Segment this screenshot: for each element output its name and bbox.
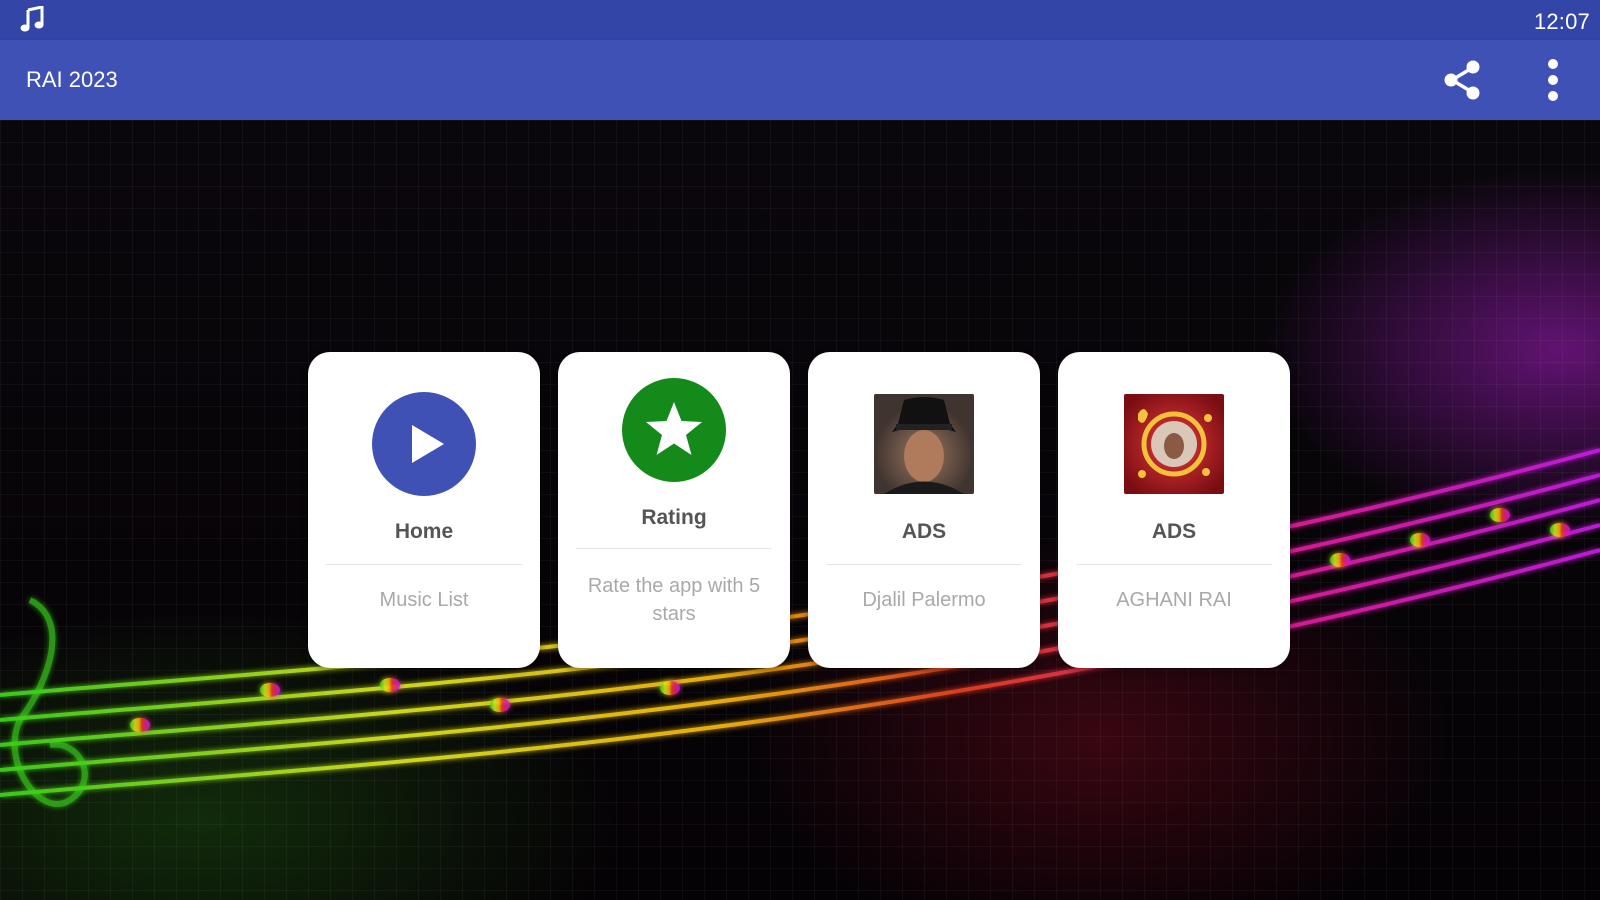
card-title: Home bbox=[394, 520, 454, 543]
card-home[interactable]: Home Music List bbox=[308, 352, 540, 668]
music-note-icon bbox=[20, 6, 44, 32]
app-bar: RAI 2023 bbox=[0, 40, 1600, 120]
divider bbox=[1076, 564, 1272, 565]
divider bbox=[576, 548, 772, 549]
artist-photo bbox=[874, 394, 974, 494]
card-title: Rating bbox=[641, 506, 707, 529]
star-icon bbox=[622, 378, 726, 482]
app-title: RAI 2023 bbox=[26, 67, 118, 92]
status-bar: 12:07 bbox=[0, 0, 1600, 40]
card-rating[interactable]: Rating Rate the app with 5 stars bbox=[558, 352, 790, 668]
background-image bbox=[0, 120, 1600, 900]
card-title: ADS bbox=[1151, 520, 1197, 543]
divider bbox=[826, 564, 1022, 565]
card-ads-aghani[interactable]: ADS AGHANI RAI bbox=[1058, 352, 1290, 668]
card-subtitle: Djalil Palermo bbox=[862, 589, 986, 611]
card-ads-djalil[interactable]: ADS Djalil Palermo bbox=[808, 352, 1040, 668]
card-subtitle: Rate the app with 5 stars bbox=[587, 575, 761, 625]
album-cover bbox=[1124, 394, 1224, 494]
card-title: ADS bbox=[901, 520, 947, 543]
status-time: 12:07 bbox=[1533, 9, 1590, 34]
share-icon[interactable] bbox=[1440, 58, 1484, 102]
card-subtitle: Music List bbox=[379, 589, 469, 611]
divider bbox=[326, 564, 522, 565]
music-staff-decoration bbox=[0, 448, 1600, 807]
play-icon bbox=[372, 392, 476, 496]
more-vert-icon[interactable] bbox=[1538, 57, 1568, 103]
card-subtitle: AGHANI RAI bbox=[1116, 589, 1232, 611]
